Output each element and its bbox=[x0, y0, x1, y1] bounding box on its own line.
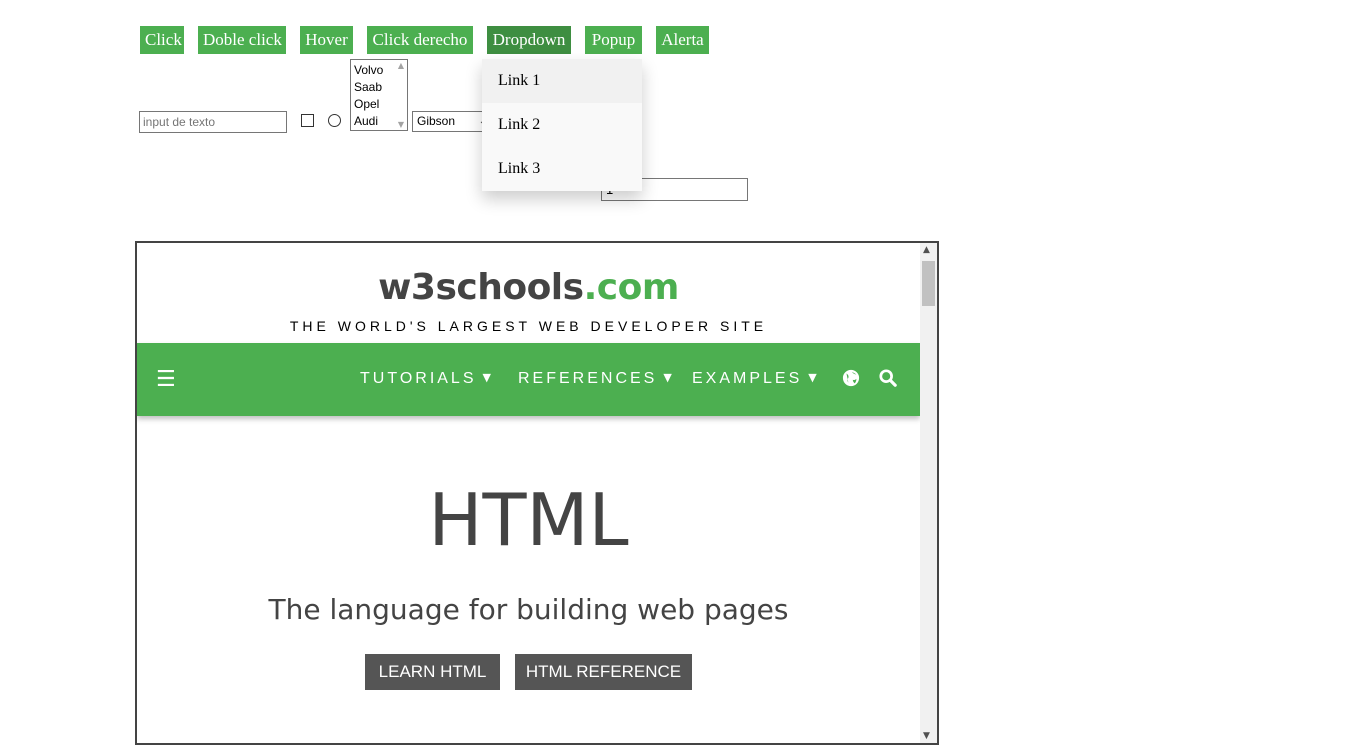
double-click-button[interactable]: Doble click bbox=[198, 26, 286, 54]
globe-icon[interactable] bbox=[842, 369, 860, 387]
nav-examples[interactable]: EXAMPLES ▼ bbox=[692, 370, 817, 388]
w3schools-logo[interactable]: w3schools.com bbox=[137, 267, 920, 308]
dropdown-button[interactable]: Dropdown bbox=[487, 26, 571, 54]
html-reference-button[interactable]: HTML REFERENCE bbox=[515, 654, 692, 690]
click-button[interactable]: Click bbox=[140, 26, 184, 54]
embedded-iframe[interactable]: w3schools.com THE WORLD'S LARGEST WEB DE… bbox=[135, 241, 939, 745]
caret-down-icon: ▼ bbox=[663, 371, 672, 384]
popup-button[interactable]: Popup bbox=[585, 26, 642, 54]
logo-main: w3schools bbox=[378, 267, 584, 308]
dropdown-link-2[interactable]: Link 2 bbox=[482, 103, 642, 147]
dropdown-link-3[interactable]: Link 3 bbox=[482, 147, 642, 191]
top-nav: ☰ TUTORIALS ▼ REFERENCES ▼ EXAMPLES ▼ bbox=[137, 343, 920, 416]
search-icon[interactable] bbox=[879, 369, 897, 387]
learn-html-button[interactable]: LEARN HTML bbox=[365, 654, 500, 690]
scroll-down-icon[interactable]: ▼ bbox=[398, 120, 404, 129]
dropdown-menu: Link 1 Link 2 Link 3 bbox=[482, 59, 642, 191]
checkbox[interactable] bbox=[301, 114, 314, 127]
select-value: Gibson bbox=[417, 114, 456, 128]
car-listbox[interactable]: Volvo Saab Opel Audi ▲ ▼ bbox=[350, 59, 408, 131]
nav-references[interactable]: REFERENCES ▼ bbox=[518, 370, 672, 388]
hero-subtitle: The language for building web pages bbox=[268, 593, 789, 626]
nav-label: EXAMPLES bbox=[692, 370, 803, 387]
guitar-select[interactable]: Gibson ⌄ bbox=[412, 111, 492, 132]
iframe-scrollbar[interactable]: ▲ ▼ bbox=[920, 243, 937, 743]
menu-icon[interactable]: ☰ bbox=[156, 367, 176, 392]
hover-button[interactable]: Hover bbox=[300, 26, 353, 54]
alert-button[interactable]: Alerta bbox=[656, 26, 709, 54]
nav-label: TUTORIALS bbox=[360, 370, 477, 387]
listbox-scrollbar[interactable]: ▲ ▼ bbox=[393, 60, 407, 130]
radio-button[interactable] bbox=[328, 114, 341, 127]
scroll-up-icon[interactable]: ▲ bbox=[398, 61, 404, 70]
logo-suffix: .com bbox=[583, 267, 680, 308]
scroll-up-icon[interactable]: ▲ bbox=[923, 245, 930, 255]
right-click-button[interactable]: Click derecho bbox=[367, 26, 473, 54]
hero-title: HTML bbox=[428, 478, 629, 562]
scrollbar-thumb[interactable] bbox=[922, 261, 935, 306]
dropdown-link-1[interactable]: Link 1 bbox=[482, 59, 642, 103]
text-input[interactable] bbox=[139, 111, 287, 133]
tagline: THE WORLD'S LARGEST WEB DEVELOPER SITE bbox=[289, 318, 768, 334]
caret-down-icon: ▼ bbox=[482, 371, 491, 384]
scroll-down-icon[interactable]: ▼ bbox=[923, 731, 930, 741]
nav-label: REFERENCES bbox=[518, 370, 658, 387]
nav-tutorials[interactable]: TUTORIALS ▼ bbox=[360, 370, 491, 388]
caret-down-icon: ▼ bbox=[808, 371, 817, 384]
